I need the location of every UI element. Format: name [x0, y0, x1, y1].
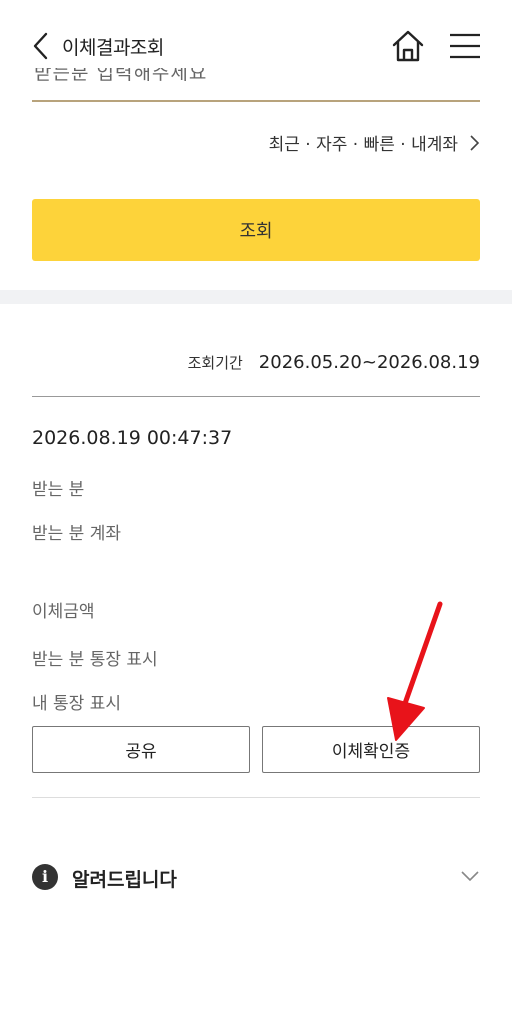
period-value: 2026.05.20~2026.08.19: [258, 352, 480, 373]
account-shortcuts-label: 최근 · 자주 · 빠른 · 내계좌: [268, 135, 458, 155]
chevron-down-icon: [461, 871, 479, 882]
amount-label: 이체금액: [32, 602, 95, 622]
my-memo-label: 내 통장 표시: [32, 694, 122, 714]
search-button[interactable]: 조회: [32, 199, 480, 261]
account-shortcuts-link[interactable]: 최근 · 자주 · 빠른 · 내계좌: [269, 130, 480, 155]
recipient-account-label: 받는 분 계좌: [32, 524, 122, 544]
chevron-right-icon: [470, 134, 480, 151]
share-button[interactable]: 공유: [32, 726, 250, 773]
recipient-label: 받는 분: [32, 480, 85, 500]
transfer-confirmation-button[interactable]: 이체확인증: [262, 726, 480, 773]
notice-title: 알려드립니다: [72, 869, 177, 891]
recipient-input-placeholder: 받는분 입력해주세요: [34, 68, 208, 84]
notice-accordion[interactable]: i 알려드립니다: [32, 862, 480, 894]
input-underline: [32, 100, 480, 102]
section-divider: [0, 290, 512, 304]
period-row: 조회기간 2026.05.20~2026.08.19: [188, 352, 480, 373]
hamburger-menu-icon[interactable]: [448, 30, 482, 62]
period-divider: [32, 396, 480, 397]
recipient-memo-label: 받는 분 통장 표시: [32, 650, 158, 670]
period-label: 조회기간: [187, 354, 243, 372]
recipient-input[interactable]: 받는분 입력해주세요: [32, 68, 480, 102]
info-icon: i: [32, 864, 58, 890]
bottom-divider: [32, 797, 480, 798]
transaction-datetime: 2026.08.19 00:47:37: [32, 427, 233, 449]
home-icon[interactable]: [390, 28, 426, 64]
chevron-left-icon[interactable]: [30, 30, 54, 62]
page-title: 이체결과조회: [62, 37, 164, 59]
